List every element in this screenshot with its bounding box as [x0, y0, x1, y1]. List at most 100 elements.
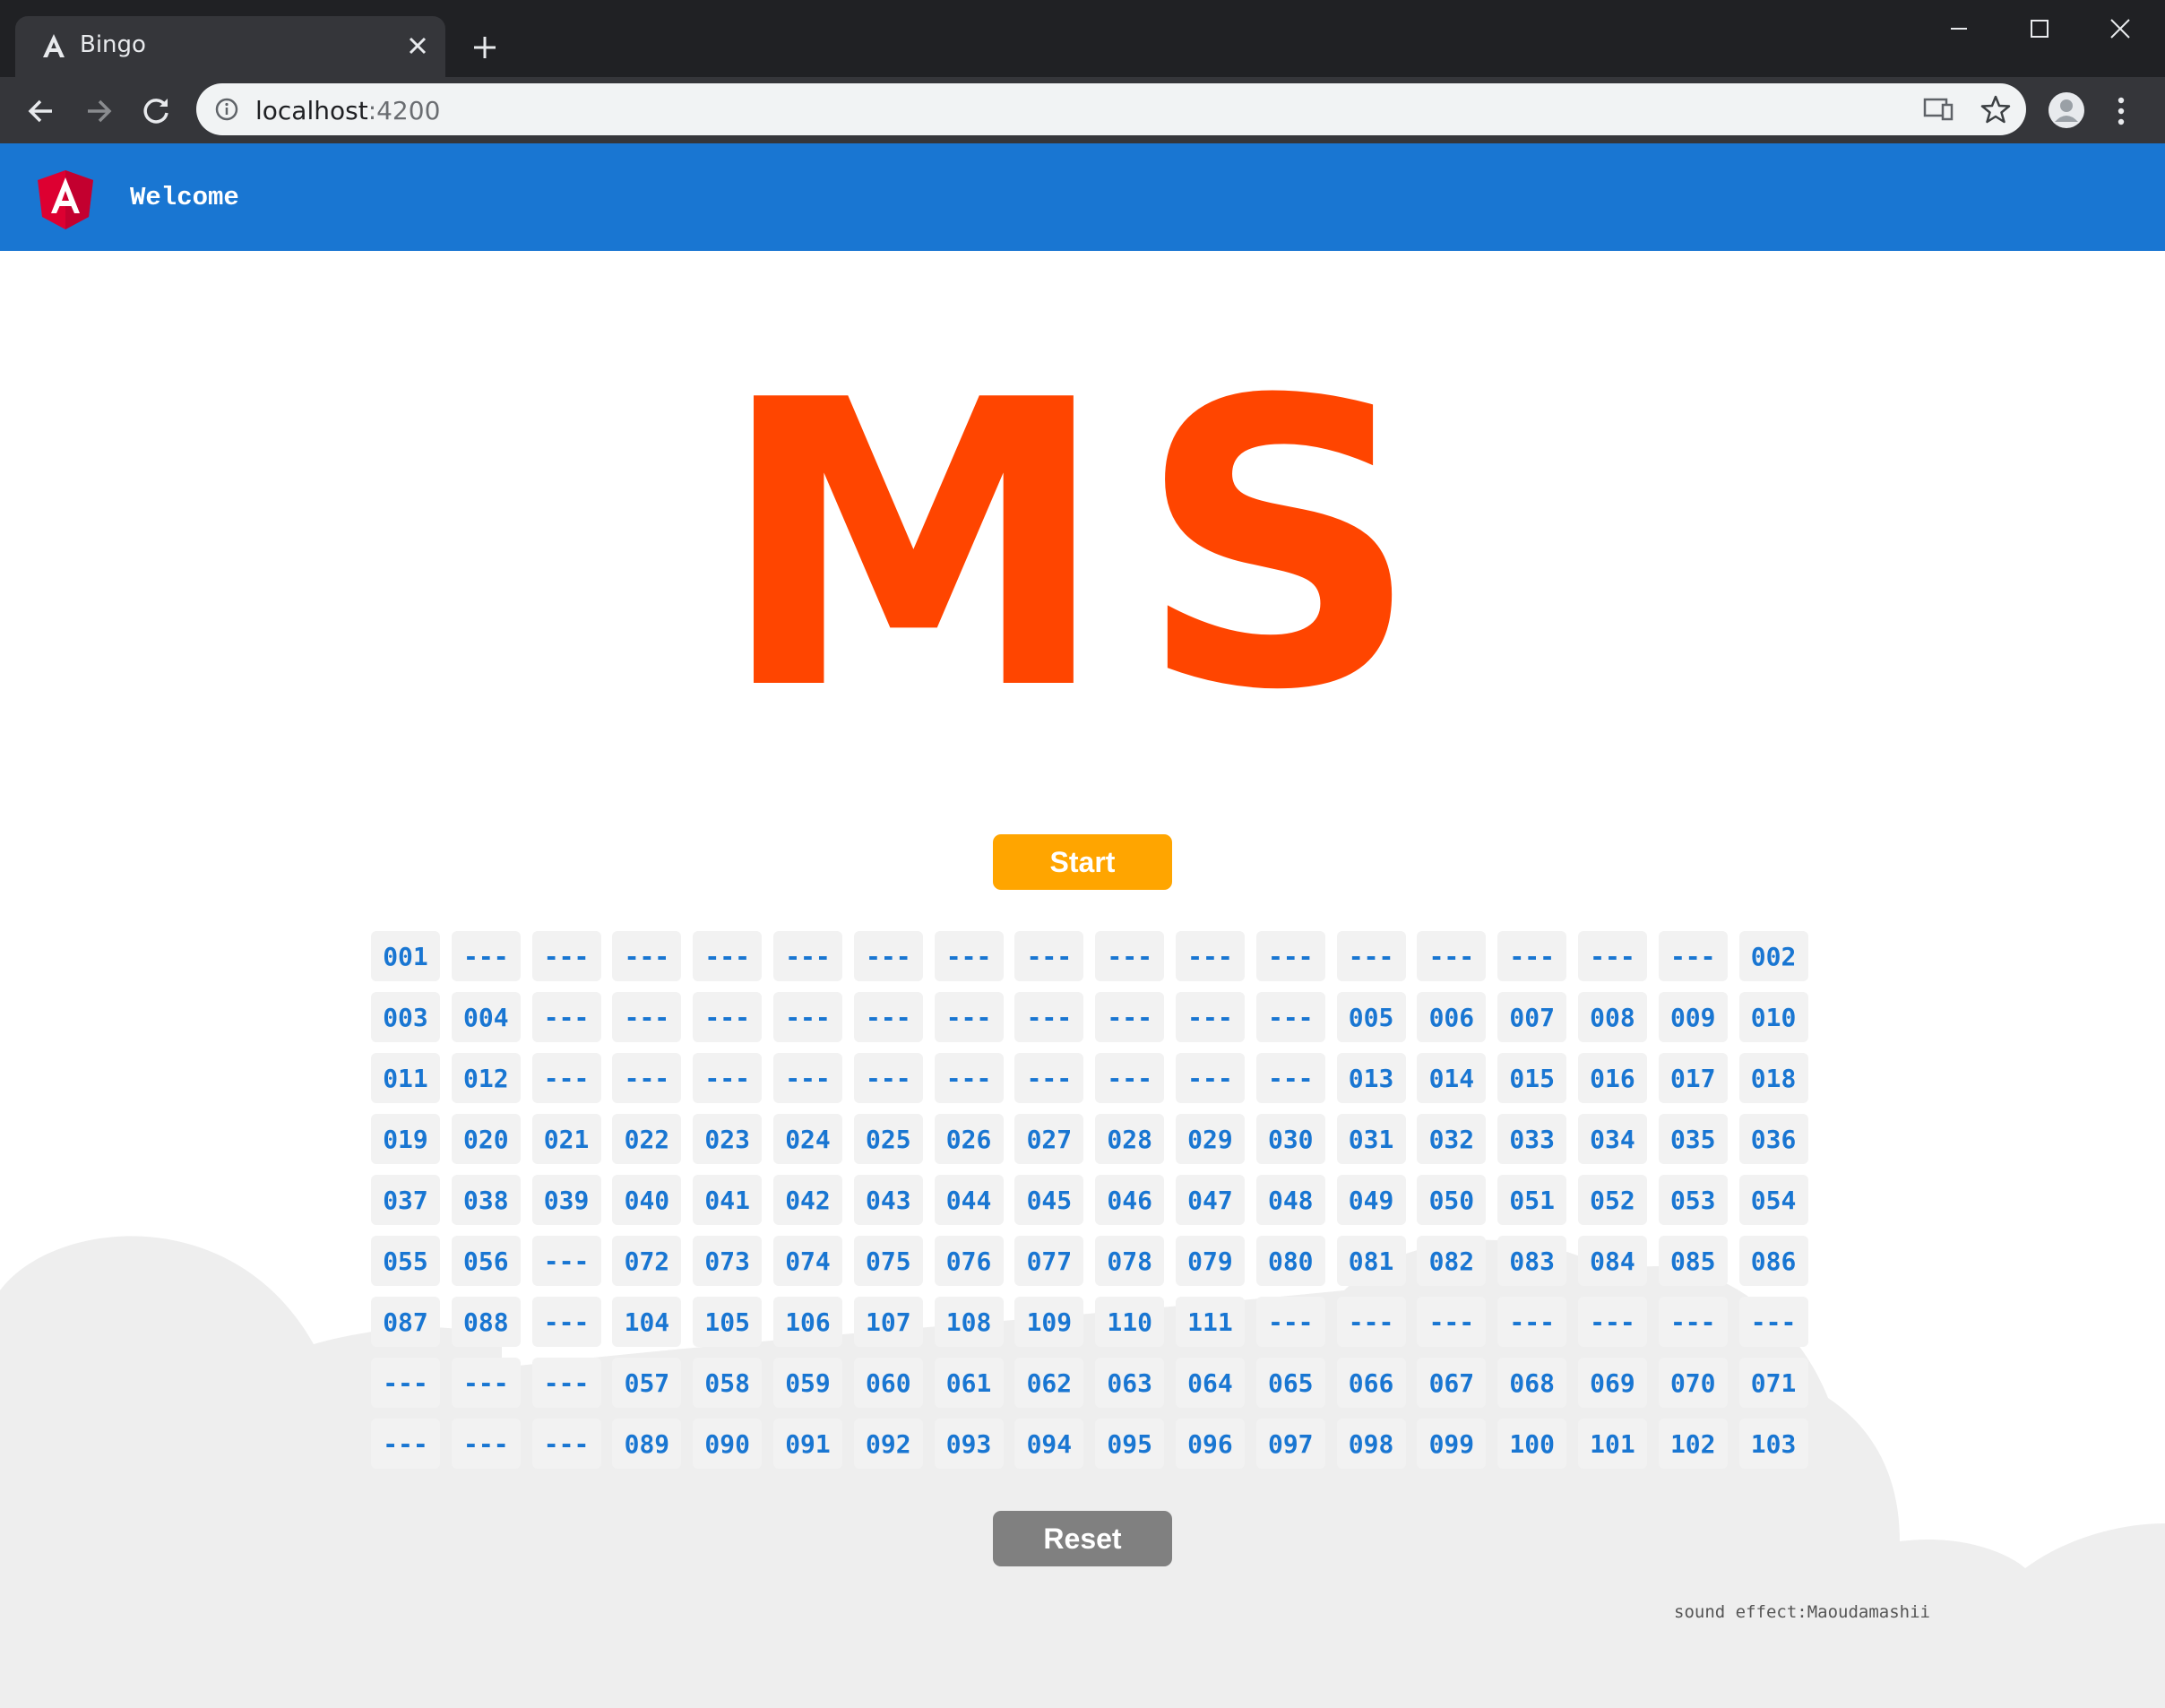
board-cell: 032	[1417, 1114, 1487, 1164]
board-cell: 007	[1497, 992, 1567, 1042]
board-cell: 015	[1497, 1053, 1567, 1103]
board-cell: 037	[371, 1175, 440, 1225]
board-cell: ---	[1095, 992, 1165, 1042]
board-cell: 093	[934, 1419, 1004, 1469]
board-cell: 078	[1095, 1236, 1165, 1286]
board-cell: 098	[1336, 1419, 1406, 1469]
board-cell: ---	[1175, 992, 1245, 1042]
board-cell: 008	[1577, 992, 1647, 1042]
board-cell: 079	[1175, 1236, 1245, 1286]
board-cell: 082	[1417, 1236, 1487, 1286]
tab-title: Bingo	[80, 31, 146, 58]
board-cell: 014	[1417, 1053, 1487, 1103]
board-cell: 021	[531, 1114, 601, 1164]
site-info-icon[interactable]	[214, 97, 239, 122]
url-text[interactable]: localhost:4200	[255, 96, 440, 125]
board-cell: 053	[1658, 1175, 1728, 1225]
board-cell: 074	[772, 1236, 842, 1286]
new-tab-icon[interactable]	[470, 33, 499, 62]
angular-logo-icon	[38, 170, 93, 229]
board-cell: 013	[1336, 1053, 1406, 1103]
board-cell: 095	[1095, 1419, 1165, 1469]
board-cell: 002	[1738, 931, 1808, 981]
board-cell: 106	[772, 1297, 842, 1347]
board-cell: 019	[371, 1114, 440, 1164]
board-cell: ---	[531, 1053, 601, 1103]
board-cell: 088	[451, 1297, 521, 1347]
board-cell: 087	[371, 1297, 440, 1347]
board-cell: ---	[531, 1419, 601, 1469]
board-cell: 048	[1255, 1175, 1325, 1225]
board-cell: 091	[772, 1419, 842, 1469]
board-cell: 061	[934, 1358, 1004, 1408]
board-cell: ---	[451, 931, 521, 981]
board-cell: ---	[1255, 1053, 1325, 1103]
board-cell: 111	[1175, 1297, 1245, 1347]
board-cell: ---	[531, 931, 601, 981]
close-tab-icon[interactable]	[406, 34, 429, 57]
profile-avatar-icon[interactable]	[2048, 91, 2085, 129]
maximize-icon[interactable]	[2004, 11, 2075, 47]
board-cell: 028	[1095, 1114, 1165, 1164]
forward-arrow-icon[interactable]	[81, 93, 116, 129]
board-cell: ---	[1497, 1297, 1567, 1347]
board-cell: ---	[1738, 1297, 1808, 1347]
board-cell: ---	[531, 1358, 601, 1408]
board-cell: ---	[1175, 1053, 1245, 1103]
board-cell: 050	[1417, 1175, 1487, 1225]
board-cell: ---	[1336, 931, 1406, 981]
board-cell: 070	[1658, 1358, 1728, 1408]
board-cell: ---	[1577, 1297, 1647, 1347]
board-cell: 030	[1255, 1114, 1325, 1164]
board-cell: 075	[853, 1236, 923, 1286]
reset-button[interactable]: Reset	[993, 1511, 1172, 1566]
board-cell: ---	[934, 931, 1004, 981]
board-cell: 108	[934, 1297, 1004, 1347]
bookmark-star-icon[interactable]	[1980, 94, 2011, 125]
board-cell: ---	[772, 931, 842, 981]
board-cell: ---	[371, 1358, 440, 1408]
address-bar[interactable]: localhost:4200	[196, 83, 2026, 135]
board-cell: 017	[1658, 1053, 1728, 1103]
minimize-icon[interactable]	[1923, 11, 1995, 47]
board-cell: ---	[693, 992, 763, 1042]
board-cell: 086	[1738, 1236, 1808, 1286]
board-cell: 049	[1336, 1175, 1406, 1225]
board-cell: 057	[612, 1358, 682, 1408]
board-cell: 068	[1497, 1358, 1567, 1408]
back-arrow-icon[interactable]	[23, 93, 59, 129]
board-cell: 090	[693, 1419, 763, 1469]
install-app-icon[interactable]	[1923, 96, 1954, 123]
board-cell: 073	[693, 1236, 763, 1286]
browser-tab[interactable]: Bingo	[15, 16, 445, 77]
board-cell: ---	[1014, 931, 1084, 981]
window-close-icon[interactable]	[2084, 11, 2156, 47]
board-cell: ---	[451, 1358, 521, 1408]
board-cell: 092	[853, 1419, 923, 1469]
board-cell: 022	[612, 1114, 682, 1164]
start-button[interactable]: Start	[993, 834, 1172, 890]
board-cell: 051	[1497, 1175, 1567, 1225]
board-cell: 012	[451, 1053, 521, 1103]
board-cell: 069	[1577, 1358, 1647, 1408]
browser-titlebar: Bingo	[0, 0, 2165, 77]
more-menu-icon[interactable]	[2112, 95, 2130, 127]
board-cell: 102	[1658, 1419, 1728, 1469]
reload-icon[interactable]	[138, 93, 174, 129]
bingo-board: 001 --- --- --- --- --- --- --- --- --- --- --- --- -…	[371, 931, 1808, 1469]
header-title: Welcome	[130, 183, 239, 212]
board-cell: 054	[1738, 1175, 1808, 1225]
board-cell: 023	[693, 1114, 763, 1164]
board-cell: 060	[853, 1358, 923, 1408]
board-cell: ---	[772, 1053, 842, 1103]
board-cell: 077	[1014, 1236, 1084, 1286]
board-cell: 058	[693, 1358, 763, 1408]
url-port: :4200	[367, 96, 441, 125]
board-cell: 025	[853, 1114, 923, 1164]
board-cell: 043	[853, 1175, 923, 1225]
board-cell: 084	[1577, 1236, 1647, 1286]
board-cell: 110	[1095, 1297, 1165, 1347]
board-cell: ---	[371, 1419, 440, 1469]
board-cell: 104	[612, 1297, 682, 1347]
board-cell: ---	[1095, 1053, 1165, 1103]
